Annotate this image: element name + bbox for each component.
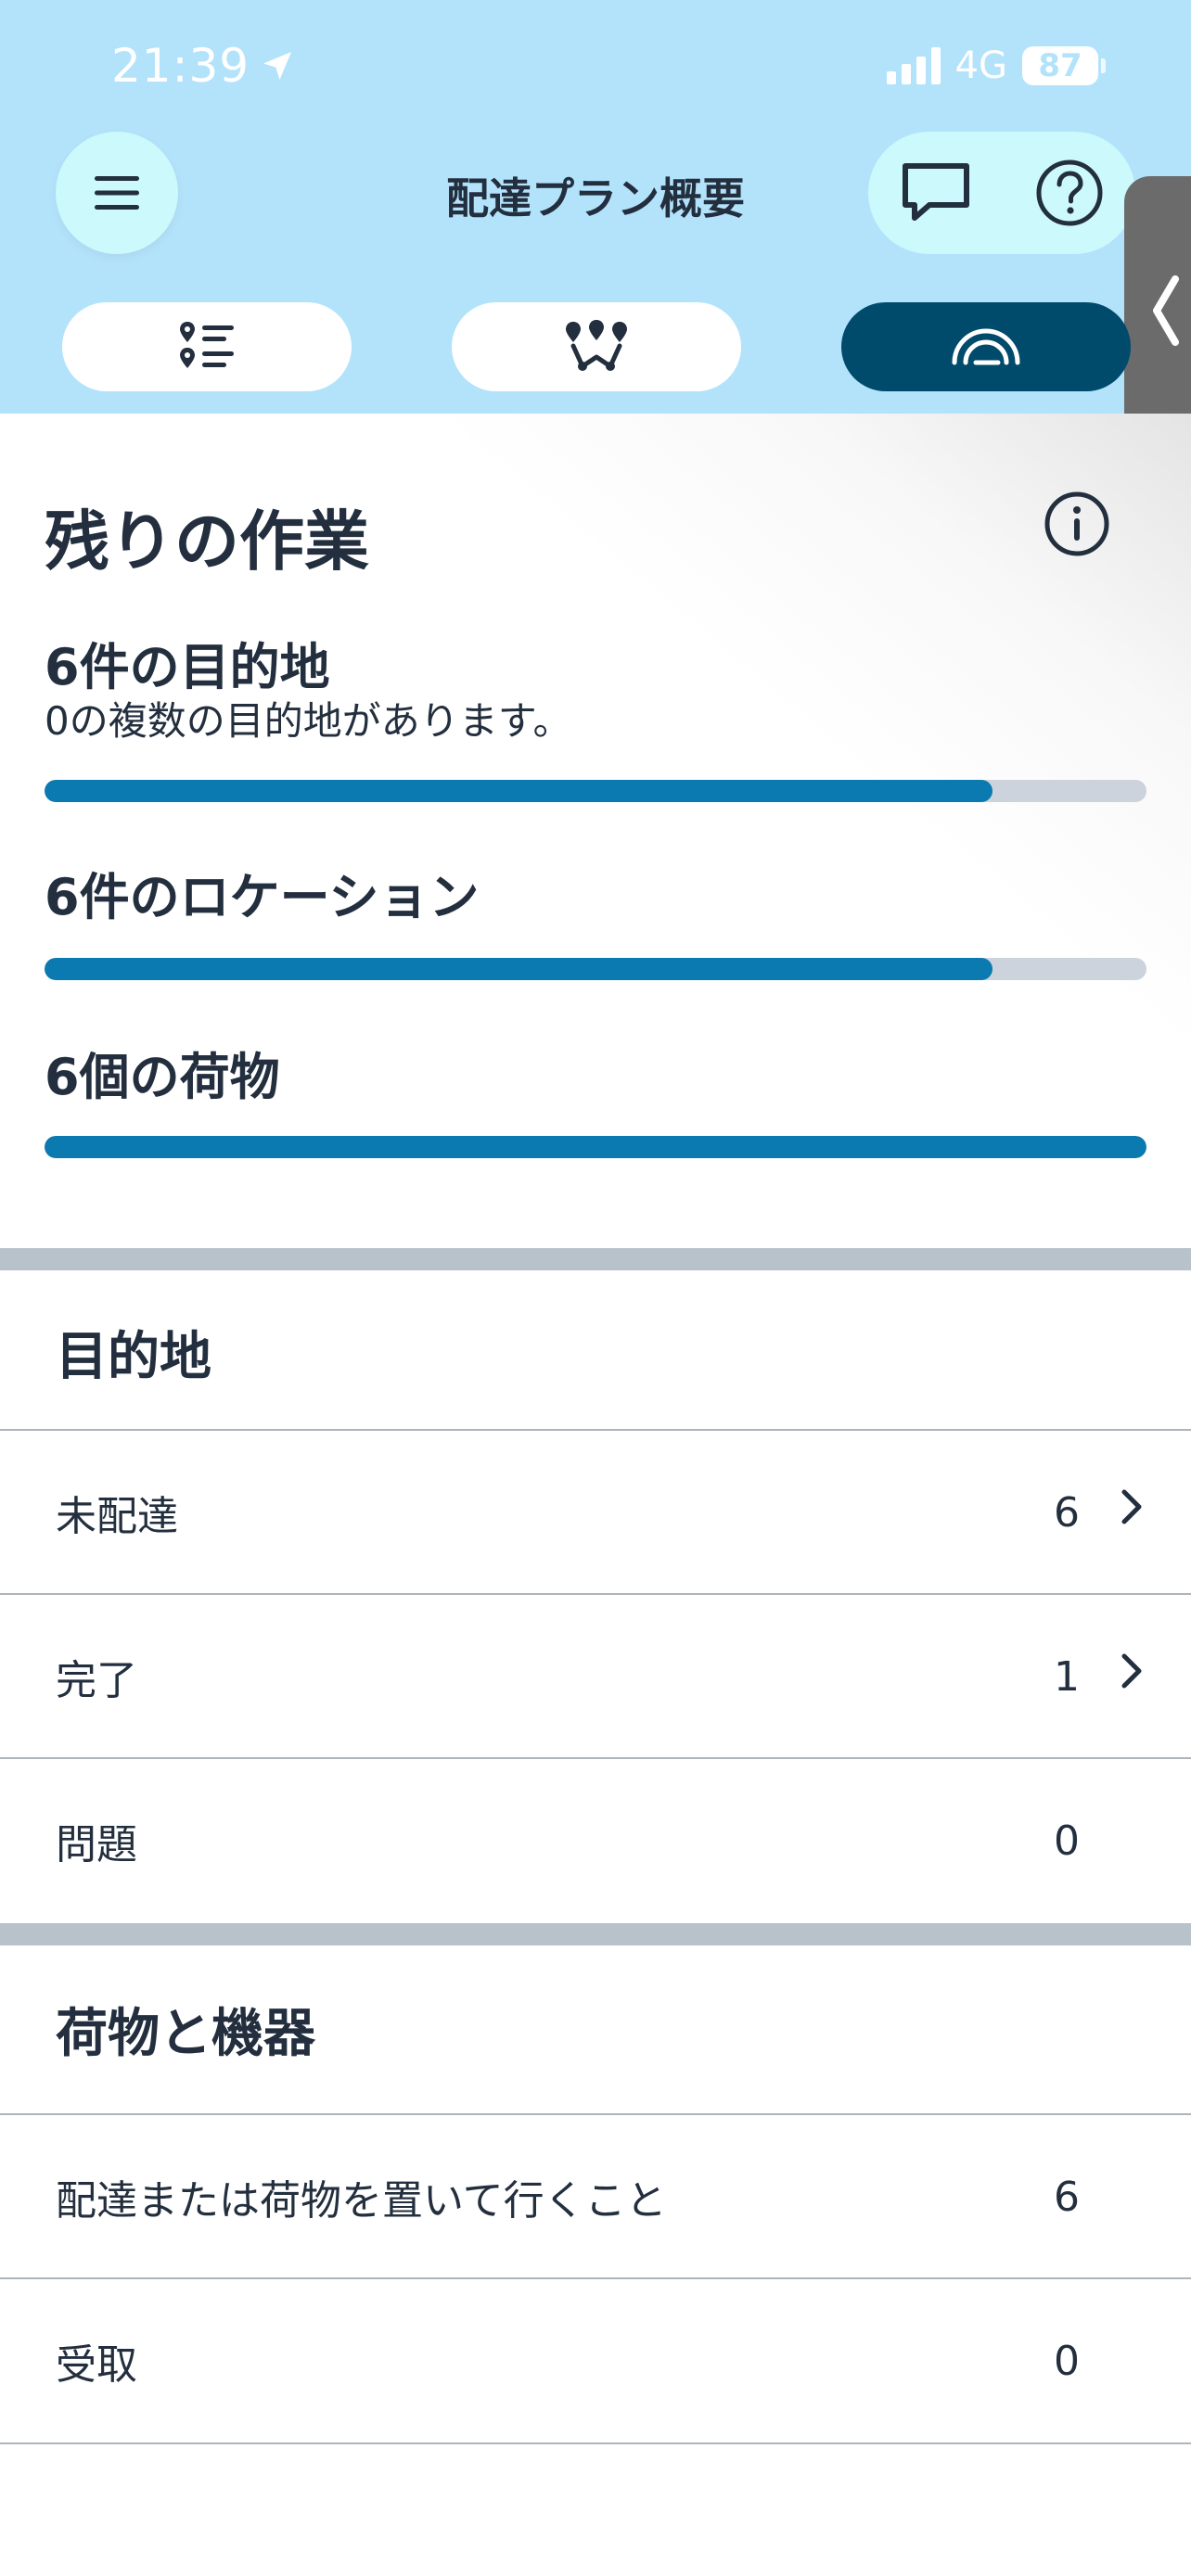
header-actions bbox=[868, 132, 1135, 254]
tab-route-map[interactable] bbox=[452, 302, 741, 391]
chat-icon[interactable] bbox=[900, 160, 972, 225]
row-count: 6 bbox=[1054, 1488, 1080, 1537]
row-problems: 問題 0 bbox=[0, 1757, 1191, 1922]
info-icon[interactable] bbox=[1043, 490, 1111, 558]
row-undelivered[interactable]: 未配達 6 bbox=[0, 1429, 1191, 1594]
metric-destinations: 6件の目的地 0の複数の目的地があります。 bbox=[45, 638, 1146, 745]
row-label: 受取 bbox=[56, 2341, 137, 2389]
chevron-left-icon bbox=[1153, 275, 1179, 346]
app-header: 21:39 4G 87 配達プラン概要 bbox=[0, 0, 1191, 445]
location-arrow-icon bbox=[263, 52, 292, 80]
row-completed[interactable]: 完了 1 bbox=[0, 1593, 1191, 1758]
route-map-icon bbox=[566, 320, 627, 371]
clock: 21:39 bbox=[111, 39, 250, 93]
row-label: 配達または荷物を置いて行くこと bbox=[56, 2177, 667, 2225]
list-pins-icon bbox=[180, 322, 234, 368]
battery-icon: 87 bbox=[1022, 46, 1106, 85]
list-bottom-border bbox=[0, 2442, 1191, 2444]
progress-bar-destinations bbox=[45, 780, 1146, 802]
tab-progress[interactable] bbox=[841, 302, 1131, 391]
row-count: 1 bbox=[1054, 1652, 1080, 1701]
remaining-title: 残りの作業 bbox=[45, 504, 369, 580]
destinations-title: 目的地 bbox=[56, 1327, 211, 1387]
status-indicators: 4G 87 bbox=[886, 45, 1106, 87]
row-pickup: 受取 0 bbox=[0, 2277, 1191, 2442]
remaining-work-panel: 残りの作業 6件の目的地 0の複数の目的地があります。 6件のロケーション 6個… bbox=[0, 414, 1191, 1254]
row-count: 0 bbox=[1054, 2337, 1080, 2385]
signal-icon bbox=[886, 47, 941, 84]
metric-title: 6件のロケーション bbox=[45, 868, 480, 926]
metric-packages: 6個の荷物 bbox=[45, 1048, 1146, 1108]
row-label: 完了 bbox=[56, 1657, 137, 1704]
progress-bar-locations bbox=[45, 958, 1146, 980]
chevron-right-icon bbox=[1121, 1653, 1142, 1689]
battery-level: 87 bbox=[1038, 47, 1082, 84]
progress-gauge-icon bbox=[952, 328, 1020, 365]
row-count: 6 bbox=[1054, 2173, 1080, 2221]
row-label: 問題 bbox=[56, 1821, 137, 1868]
row-label: 未配達 bbox=[56, 1493, 178, 1540]
side-drawer-handle[interactable] bbox=[1124, 176, 1191, 445]
metric-subtitle: 0の複数の目的地があります。 bbox=[45, 697, 572, 744]
section-divider bbox=[0, 1248, 1191, 1270]
progress-bar-packages bbox=[45, 1136, 1146, 1158]
help-icon[interactable] bbox=[1034, 158, 1105, 228]
network-type: 4G bbox=[954, 45, 1007, 87]
metric-locations: 6件のロケーション bbox=[45, 868, 1146, 928]
row-deliver-or-drop: 配達または荷物を置いて行くこと 6 bbox=[0, 2113, 1191, 2278]
status-time: 21:39 bbox=[111, 39, 296, 93]
progress-fill bbox=[45, 1136, 1146, 1158]
metric-title: 6個の荷物 bbox=[45, 1048, 280, 1106]
packages-title: 荷物と機器 bbox=[56, 2004, 315, 2064]
progress-fill bbox=[45, 958, 992, 980]
tab-stop-list[interactable] bbox=[62, 302, 352, 391]
progress-fill bbox=[45, 780, 992, 802]
chevron-right-icon bbox=[1121, 1489, 1142, 1524]
row-count: 0 bbox=[1054, 1817, 1080, 1865]
metric-title: 6件の目的地 bbox=[45, 638, 330, 696]
section-divider bbox=[0, 1923, 1191, 1945]
